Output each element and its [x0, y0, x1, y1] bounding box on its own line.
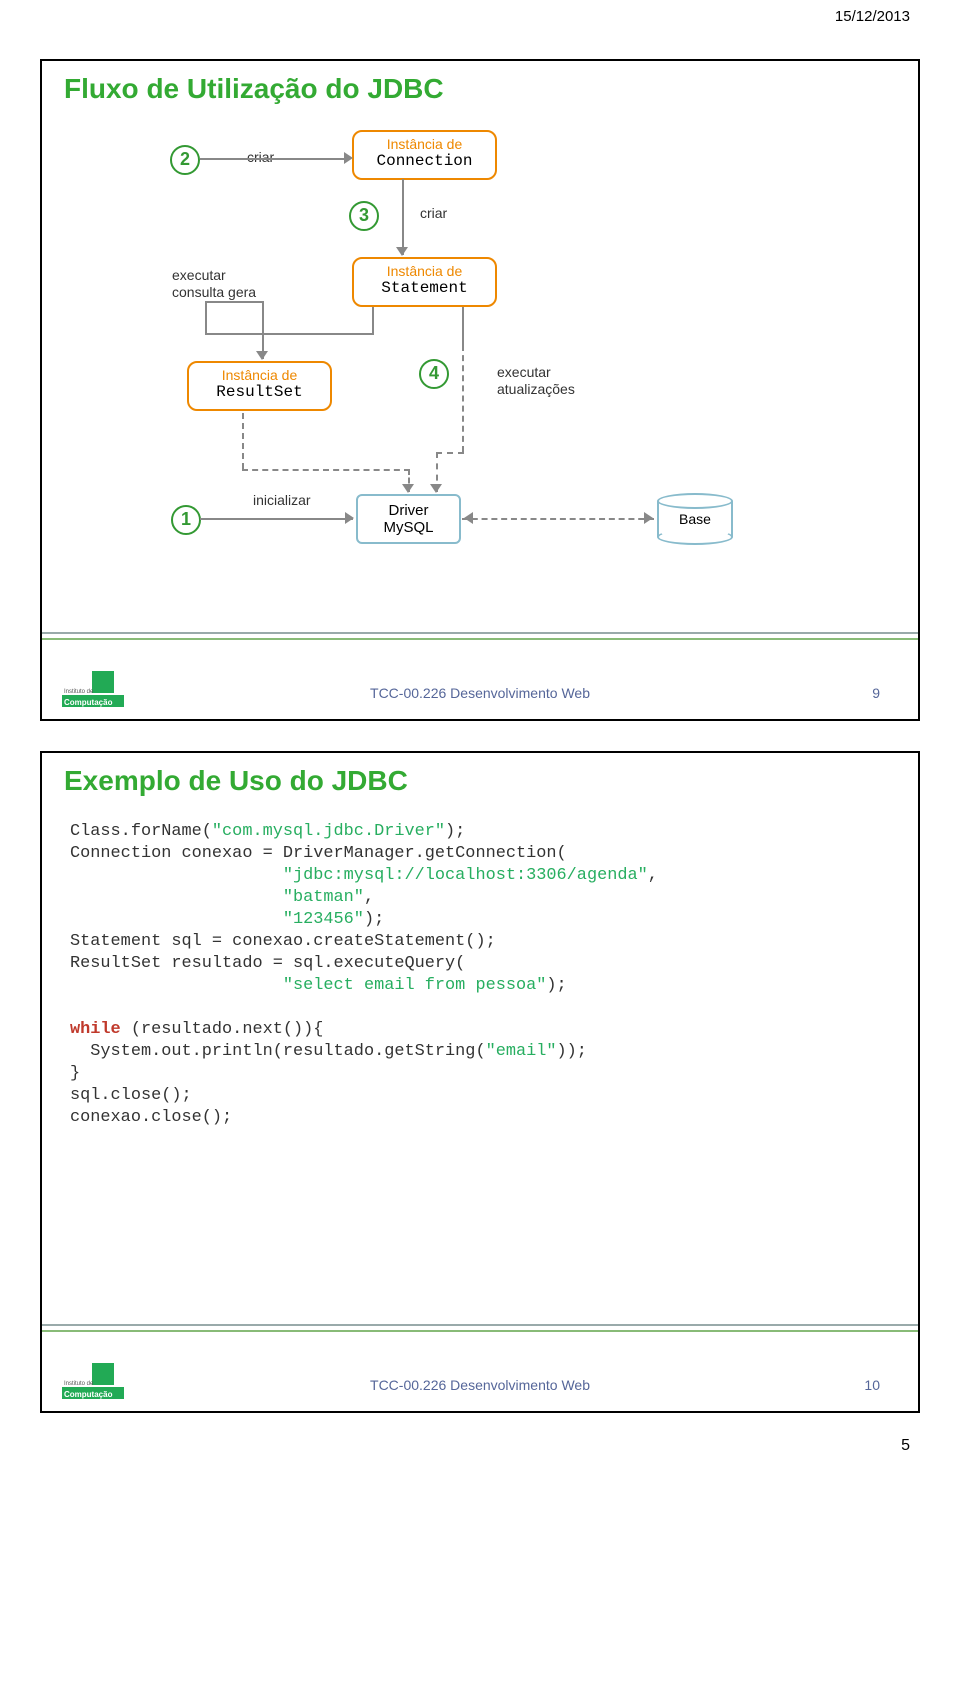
slide2-title: Exemplo de Uso do JDBC: [64, 765, 408, 797]
svg-text:Computação: Computação: [64, 698, 113, 707]
flow-diagram: 2 criar Instância de Connection 3 criar …: [42, 119, 918, 619]
slide2-footer: Instituto de Computação TCC-00.226 Desenv…: [42, 1343, 918, 1403]
footer-logo-icon: Instituto de Computação: [62, 1357, 124, 1399]
code-block: Class.forName("com.mysql.jdbc.Driver"); …: [70, 821, 894, 1129]
svg-text:Instituto de: Instituto de: [64, 689, 94, 695]
step-1-badge: 1: [171, 505, 201, 535]
svg-text:Instituto de: Instituto de: [64, 1381, 94, 1387]
box-statement-label: Instância de: [356, 263, 493, 279]
label-consulta-gera: consulta gera: [172, 284, 256, 300]
step-2-badge: 2: [170, 145, 200, 175]
slide2-footer-text: TCC-00.226 Desenvolvimento Web: [370, 1377, 590, 1393]
slide1-title: Fluxo de Utilização do JDBC: [64, 73, 444, 105]
slide-1: Fluxo de Utilização do JDBC 2 criar Inst…: [40, 59, 920, 721]
box-connection: Instância de Connection: [352, 130, 497, 180]
label-executar-consulta: executar: [172, 267, 226, 283]
page-number: 5: [0, 1431, 960, 1475]
box-driver: Driver MySQL: [356, 494, 461, 544]
step-3-badge: 3: [349, 201, 379, 231]
slide-2: Exemplo de Uso do JDBC Class.forName("co…: [40, 751, 920, 1413]
label-exec-atual1: executar: [497, 364, 551, 380]
page-date: 15/12/2013: [0, 0, 960, 29]
box-statement: Instância de Statement: [352, 257, 497, 307]
box-connection-label: Instância de: [356, 136, 493, 152]
database-cylinder: Base: [657, 493, 733, 545]
driver-line1: Driver: [364, 502, 453, 519]
slide1-footer-text: TCC-00.226 Desenvolvimento Web: [370, 685, 590, 701]
box-resultset-label: Instância de: [191, 367, 328, 383]
driver-line2: MySQL: [364, 519, 453, 536]
label-criar-3: criar: [420, 205, 447, 221]
box-resultset-name: ResultSet: [191, 383, 328, 401]
box-statement-name: Statement: [356, 279, 493, 297]
label-exec-atual2: atualizações: [497, 381, 575, 397]
box-resultset: Instância de ResultSet: [187, 361, 332, 411]
step-4-badge: 4: [419, 359, 449, 389]
box-connection-name: Connection: [356, 152, 493, 170]
slide2-footer-num: 10: [864, 1377, 880, 1393]
slide1-footer-num: 9: [872, 685, 880, 701]
slide1-footer: Instituto de Computação TCC-00.226 Desenv…: [42, 651, 918, 711]
database-label: Base: [657, 511, 733, 527]
svg-text:Computação: Computação: [64, 1390, 113, 1399]
footer-logo-icon: Instituto de Computação: [62, 665, 124, 707]
label-criar-2: criar: [247, 149, 274, 165]
label-inicializar: inicializar: [253, 492, 311, 508]
